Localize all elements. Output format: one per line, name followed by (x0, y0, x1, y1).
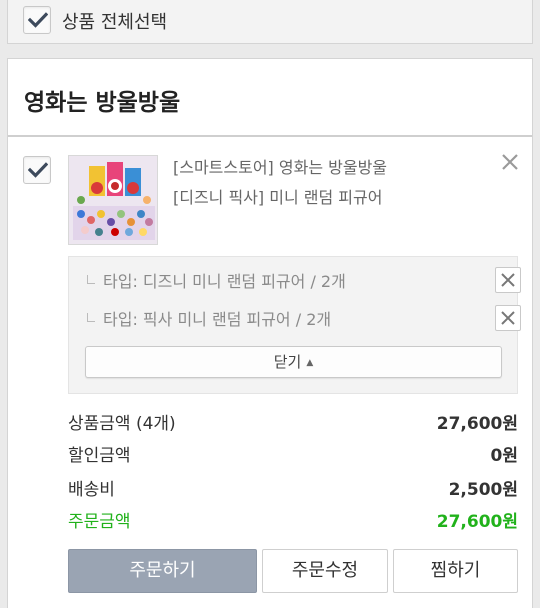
remove-product-button[interactable] (499, 151, 521, 173)
summary-value: 27,600원 (436, 414, 518, 434)
x-icon (501, 311, 515, 325)
summary-total: 주문금액 27,600원 (68, 507, 518, 532)
product-store-tag[interactable]: [스마트스토어] 영화는 방울방울 (173, 154, 387, 178)
summary-value: 2,500원 (448, 480, 518, 500)
summary-label: 할인금액 (68, 446, 131, 466)
edit-order-button[interactable]: 주문수정 (262, 549, 388, 593)
product-thumbnail[interactable] (68, 155, 158, 245)
delete-option-button[interactable] (495, 267, 521, 293)
select-all-bar: 상품 전체선택 (7, 0, 533, 44)
option-text: 타입: 디즈니 미니 랜덤 피규어 / 2개 (103, 272, 346, 291)
wishlist-button[interactable]: 찜하기 (393, 549, 518, 593)
store-cart-card: 영화는 방울방울 [스마트스토어] 영화는 방울방울 [디즈니 픽사] 미니 랜… (7, 58, 533, 608)
option-text: 타입: 픽사 미니 랜덤 피규어 / 2개 (103, 310, 332, 329)
summary-label: 주문금액 (68, 512, 131, 532)
x-icon (501, 273, 515, 287)
product-checkbox[interactable] (23, 156, 51, 184)
fold-label: 닫기 (273, 353, 302, 371)
delete-option-button[interactable] (495, 305, 521, 331)
fold-options-button[interactable]: 닫기 ▲ (85, 346, 502, 378)
summary-shipping: 배송비 2,500원 (68, 475, 518, 500)
close-icon (502, 154, 518, 170)
summary-value: 27,600원 (436, 512, 518, 532)
option-row: 타입: 픽사 미니 랜덤 피규어 / 2개 (87, 305, 521, 332)
indent-marker (87, 313, 95, 322)
indent-marker (87, 275, 95, 284)
summary-label: 배송비 (68, 480, 115, 500)
product-name[interactable]: [디즈니 픽사] 미니 랜덤 피규어 (173, 184, 382, 208)
triangle-up-icon: ▲ (306, 358, 314, 368)
product-image (69, 156, 157, 244)
summary-discount: 할인금액 0원 (68, 441, 518, 466)
store-name: 영화는 방울방울 (24, 90, 181, 116)
select-all-checkbox[interactable] (23, 6, 51, 34)
summary-value: 0원 (490, 446, 518, 466)
order-button[interactable]: 주문하기 (68, 549, 257, 593)
checkmark-icon (28, 12, 48, 28)
option-row: 타입: 디즈니 미니 랜덤 피규어 / 2개 (87, 267, 521, 294)
summary-label: 상품금액 (4개) (68, 414, 176, 434)
store-header: 영화는 방울방울 (8, 59, 532, 137)
summary-product-amount: 상품금액 (4개) 27,600원 (68, 409, 518, 434)
select-all-label: 상품 전체선택 (62, 12, 168, 33)
checkmark-icon (28, 162, 48, 178)
option-panel: 타입: 디즈니 미니 랜덤 피규어 / 2개 타입: 픽사 미니 랜덤 피규어 … (68, 256, 521, 394)
